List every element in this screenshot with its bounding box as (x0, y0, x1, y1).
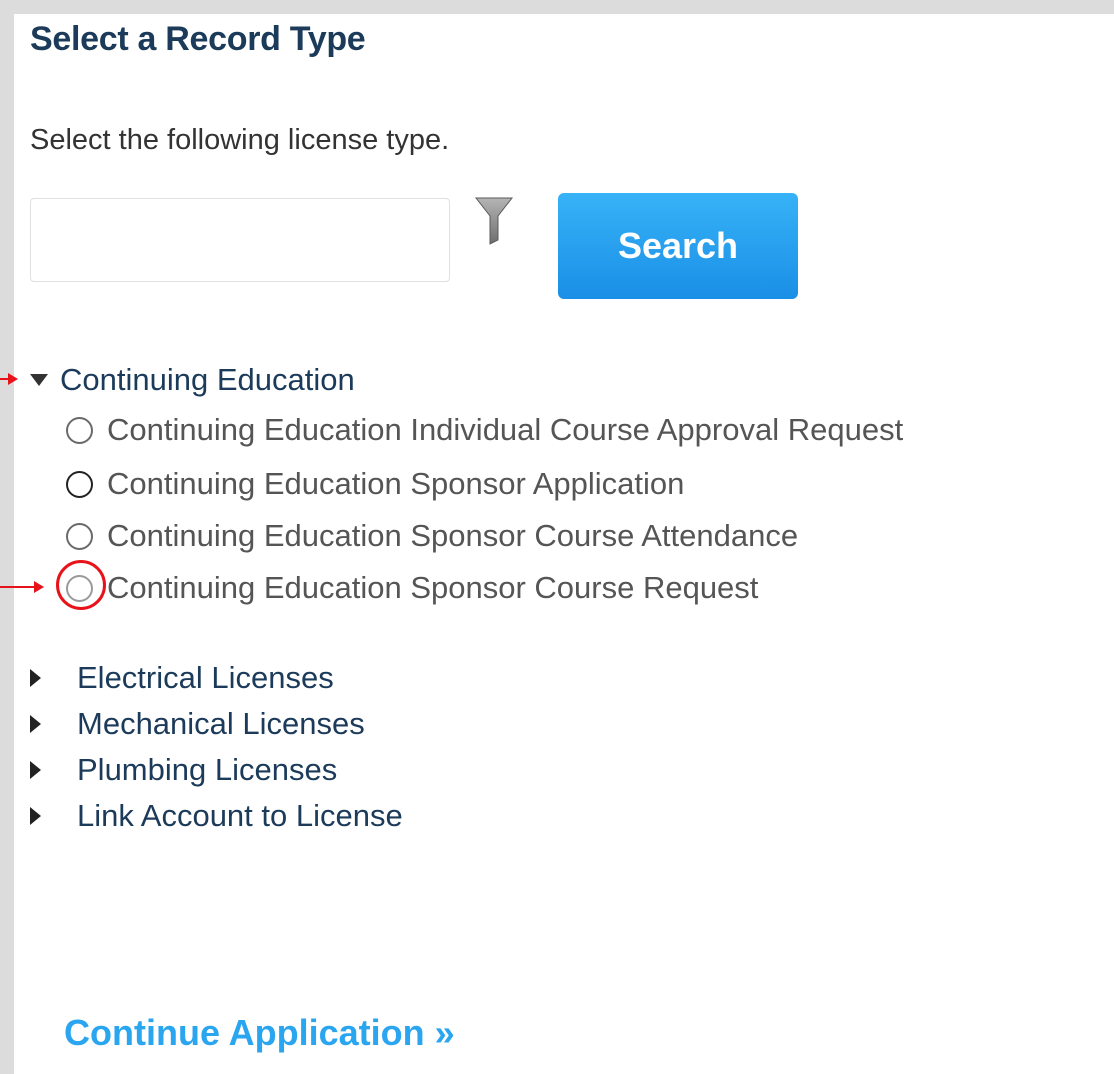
category-label: Mechanical Licenses (77, 706, 365, 741)
category-link-account[interactable]: Link Account to License (30, 798, 403, 834)
radio-button[interactable] (66, 470, 93, 498)
record-option[interactable]: Continuing Education Sponsor Application (66, 466, 684, 502)
continue-application-link[interactable]: Continue Application » (64, 1012, 455, 1054)
caret-down-icon[interactable] (30, 374, 48, 386)
radio-button[interactable] (66, 522, 93, 550)
category-label: Plumbing Licenses (77, 752, 338, 787)
record-option[interactable]: Continuing Education Individual Course A… (66, 412, 903, 448)
record-option-label: Continuing Education Sponsor Course Atte… (107, 518, 799, 553)
category-continuing-education[interactable]: Continuing Education (30, 362, 355, 398)
instruction-text: Select the following license type. (30, 124, 450, 156)
category-electrical-licenses[interactable]: Electrical Licenses (30, 660, 334, 696)
page-title: Select a Record Type (30, 20, 366, 58)
category-label: Link Account to License (77, 798, 403, 833)
record-option[interactable]: Continuing Education Sponsor Course Requ… (66, 570, 758, 606)
category-plumbing-licenses[interactable]: Plumbing Licenses (30, 752, 337, 788)
caret-right-icon[interactable] (30, 669, 41, 687)
annotation-arrow-option (0, 581, 44, 593)
record-option-label: Continuing Education Sponsor Course Requ… (107, 570, 759, 605)
caret-right-icon[interactable] (30, 807, 41, 825)
caret-right-icon[interactable] (30, 761, 41, 779)
frame-border-top (0, 0, 1114, 14)
annotation-arrow-category (0, 373, 18, 385)
category-label: Electrical Licenses (77, 660, 334, 695)
filter-icon[interactable] (474, 196, 514, 246)
search-button[interactable]: Search (558, 193, 798, 299)
frame-border-left (0, 0, 14, 1074)
search-input[interactable] (30, 198, 450, 282)
category-label: Continuing Education (60, 362, 355, 397)
caret-right-icon[interactable] (30, 715, 41, 733)
record-type-panel: Select a Record Type Select the followin… (0, 0, 1114, 1074)
radio-button[interactable] (66, 416, 93, 444)
record-option-label: Continuing Education Sponsor Application (107, 466, 685, 501)
annotation-highlight-circle (56, 560, 106, 610)
category-mechanical-licenses[interactable]: Mechanical Licenses (30, 706, 365, 742)
record-option-label: Continuing Education Individual Course A… (107, 412, 904, 447)
record-option[interactable]: Continuing Education Sponsor Course Atte… (66, 518, 798, 554)
